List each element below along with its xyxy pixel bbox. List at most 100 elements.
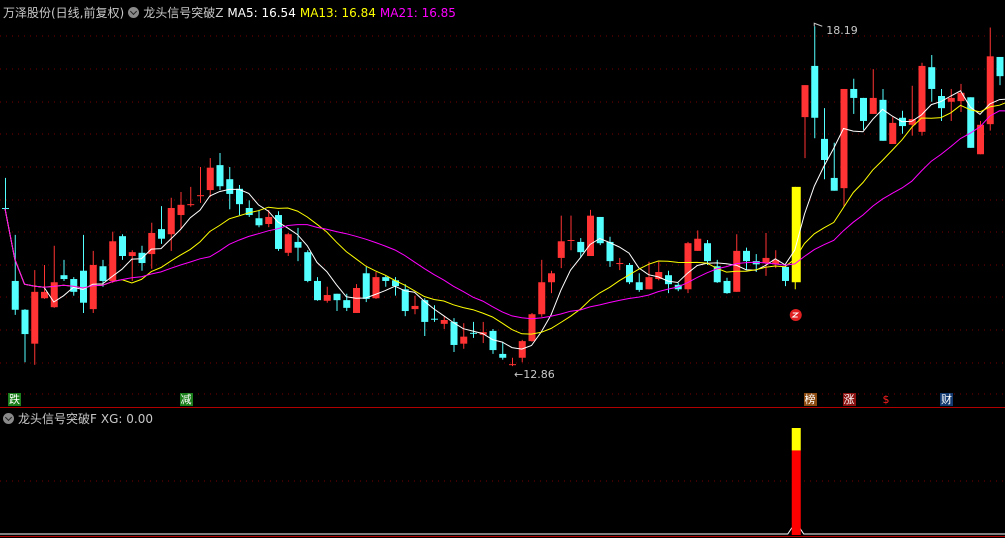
chevron-down-icon[interactable] (128, 7, 140, 18)
candle-body (977, 124, 984, 155)
candle (60, 259, 68, 281)
candle (918, 62, 926, 136)
chevron-down-icon[interactable] (3, 413, 14, 424)
candle-body (89, 264, 97, 310)
candle-body (928, 67, 936, 89)
candle (304, 250, 312, 283)
candle (411, 295, 419, 315)
candle (587, 209, 594, 256)
candle (148, 222, 156, 269)
ma13-value: MA13: 16.84 (299, 5, 376, 20)
ma21-line (4, 110, 1005, 320)
candle (801, 85, 809, 159)
candle (899, 110, 906, 134)
candle-body (879, 99, 887, 141)
candle (89, 250, 97, 313)
candle-body (665, 275, 672, 285)
high-arrow-icon (813, 22, 823, 27)
main-header: 万泽股份(日线,前复权) 龙头信号突破Z MA5: 16.54 MA13: 16… (3, 4, 456, 21)
candle-body (694, 238, 702, 251)
candle-body (869, 97, 877, 114)
signal-marker[interactable]: 榜 (803, 393, 817, 406)
candle-body (80, 270, 87, 303)
candle-body (557, 241, 565, 258)
candle-body (830, 177, 838, 191)
signal-marker[interactable]: 减 (179, 393, 193, 406)
candle-body (723, 280, 731, 294)
candle-body (206, 167, 214, 191)
ma5-line (4, 90, 1005, 350)
candle (908, 85, 916, 136)
candle-body (538, 282, 546, 315)
candle-body (821, 138, 828, 160)
signal-marker[interactable]: 跌 (8, 393, 21, 406)
candle (226, 167, 234, 210)
signal-marker[interactable]: $ (882, 393, 891, 406)
candle (694, 230, 702, 251)
candle (470, 321, 477, 338)
sub-indicator-name[interactable]: 龙头信号突破F (18, 410, 97, 427)
candle-body (362, 273, 370, 299)
candle (265, 209, 273, 228)
candle-body (996, 56, 1004, 77)
sub-header: 龙头信号突破F XG: 0.00 (3, 410, 153, 427)
candle (762, 232, 770, 276)
candle (31, 270, 39, 365)
candle (206, 158, 214, 198)
candle-body (606, 241, 614, 262)
candle-body (255, 218, 263, 226)
candle-body (99, 266, 107, 281)
candle (99, 259, 107, 287)
candle-body (840, 88, 848, 189)
candle-body (353, 288, 360, 313)
candle (704, 240, 711, 265)
candle-body (577, 241, 585, 253)
candle-body (918, 65, 926, 132)
candle (889, 117, 897, 144)
candle-body (304, 252, 312, 281)
candle-body (782, 266, 789, 281)
candle (489, 328, 497, 354)
candle (518, 339, 526, 363)
candle-body (957, 92, 965, 102)
candle (684, 241, 692, 294)
candle (255, 209, 263, 228)
indicator-name[interactable]: 龙头信号突破Z (143, 4, 223, 21)
candle (635, 273, 643, 292)
candle-body (109, 241, 117, 281)
candle-body (314, 280, 321, 301)
signal-marker[interactable]: 涨 (842, 393, 856, 406)
candle-body (382, 277, 390, 281)
candlestick-chart[interactable]: 18.19 ←12.86 (0, 0, 1005, 538)
candle-body (128, 252, 136, 256)
candle (314, 277, 321, 301)
xg-value: XG: 0.00 (100, 411, 154, 426)
candle (557, 215, 565, 269)
candle (167, 197, 175, 251)
candle (821, 108, 828, 180)
candle (840, 88, 848, 207)
ma13-line (4, 102, 1005, 335)
stock-title: 万泽股份(日线,前复权) (3, 6, 125, 20)
candle (879, 88, 887, 141)
candle (128, 250, 136, 281)
candle (343, 293, 351, 312)
candle-body (635, 282, 643, 290)
candle (947, 88, 955, 121)
signal-marker[interactable]: 财 (940, 393, 953, 406)
candle (811, 26, 819, 139)
candle-body (450, 321, 458, 345)
candle (830, 142, 838, 191)
candle (197, 167, 204, 203)
candle-body (60, 275, 68, 280)
candle-body (158, 229, 165, 239)
candle (21, 309, 29, 363)
candle (860, 97, 867, 130)
candle (509, 357, 516, 367)
candle-body (460, 336, 468, 344)
candle-body (889, 122, 897, 144)
candle-body (265, 216, 273, 224)
candle-body (284, 234, 292, 253)
candle (275, 211, 282, 251)
ma5-value: MA5: 16.54 (227, 5, 296, 20)
